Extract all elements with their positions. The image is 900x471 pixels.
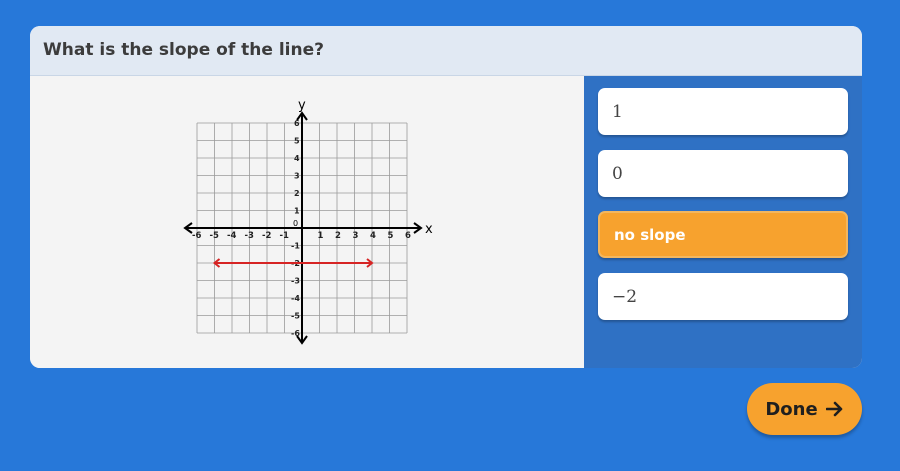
y-tick-label: 2	[294, 189, 300, 198]
x-axis-label: x	[425, 222, 433, 237]
y-tick-label: -3	[291, 277, 300, 286]
y-tick-label: -4	[291, 294, 300, 303]
x-tick-label: 4	[370, 231, 376, 241]
y-tick-label: 1	[294, 207, 300, 216]
y-tick-label: -6	[291, 329, 300, 338]
x-tick-label: 2	[335, 231, 341, 241]
answer-choices-panel: 1 0 no slope −2	[584, 76, 862, 368]
choice-1[interactable]: 1	[598, 88, 848, 135]
choice-label: no slope	[614, 225, 686, 244]
choice-label: 1	[612, 101, 623, 122]
question-card: What is the slope of the line? x y 0 -6 -5 -4…	[30, 26, 862, 368]
x-tick-label: -1	[280, 231, 290, 241]
coordinate-plane: xy0-6-5-4-3-2-1123456654321-1-2-3-4-5-6	[183, 98, 433, 345]
choice-label: 0	[612, 163, 623, 184]
x-tick-label: 3	[353, 231, 359, 241]
x-tick-label: -4	[227, 231, 237, 241]
y-axis-label: y	[298, 98, 306, 113]
choice-3-selected[interactable]: no slope	[598, 211, 848, 258]
choice-2[interactable]: 0	[598, 150, 848, 197]
question-text: What is the slope of the line?	[43, 40, 324, 60]
done-label: Done	[765, 398, 818, 420]
choice-4[interactable]: −2	[598, 273, 848, 320]
done-button[interactable]: Done	[747, 383, 862, 435]
origin-label: 0	[293, 219, 298, 228]
x-tick-label: 6	[405, 231, 411, 241]
x-tick-label: 1	[318, 231, 324, 241]
arrow-right-icon	[825, 401, 842, 417]
x-tick-label: -2	[262, 231, 272, 241]
y-tick-label: -5	[291, 312, 300, 321]
y-tick-label: 6	[294, 119, 300, 128]
x-tick-label: -6	[192, 231, 202, 241]
question-header: What is the slope of the line?	[30, 26, 862, 76]
y-tick-label: -1	[291, 242, 300, 251]
x-tick-label: -5	[210, 231, 220, 241]
y-tick-label: 3	[294, 172, 300, 181]
x-tick-label: -3	[245, 231, 255, 241]
choice-label: −2	[612, 286, 638, 307]
graph-pane: xy0-6-5-4-3-2-1123456654321-1-2-3-4-5-6	[30, 76, 584, 368]
x-tick-label: 5	[388, 231, 394, 241]
y-tick-label: 4	[294, 154, 300, 163]
y-tick-label: 5	[294, 137, 300, 146]
